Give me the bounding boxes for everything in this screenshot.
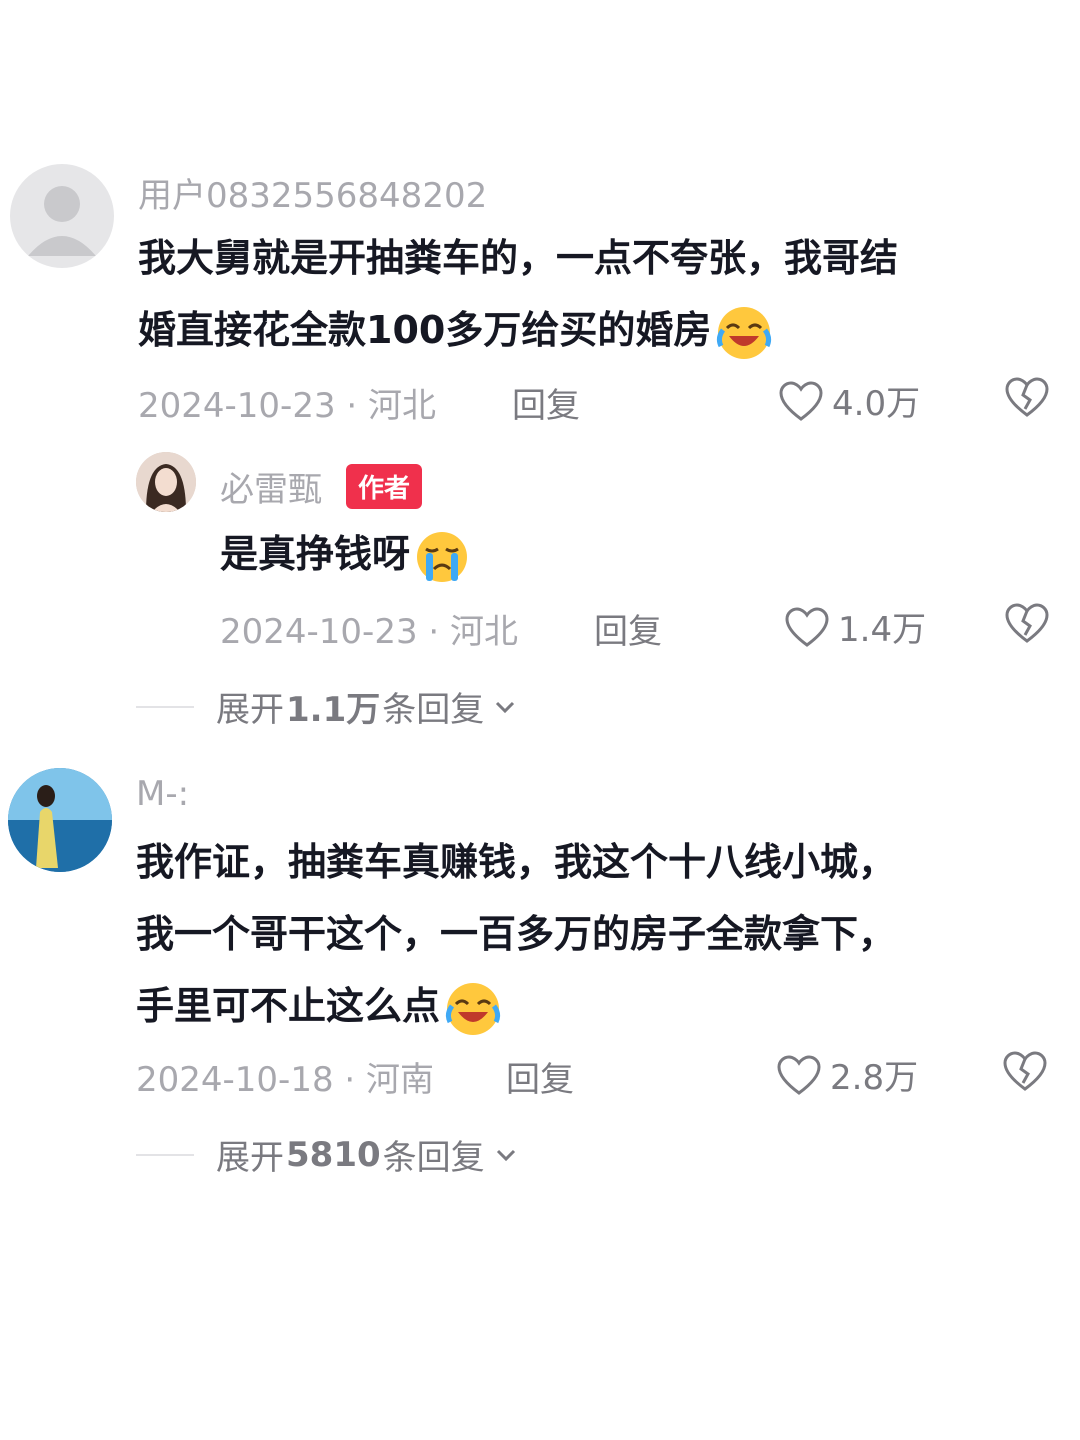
chevron-down-icon [496,701,515,713]
comment-username[interactable]: 用户0832556848202 [138,168,487,217]
avatar-default[interactable] [10,164,114,268]
dislike-button[interactable] [1004,376,1050,422]
comment-text-segment: 婚直接花全款100多万给买的婚房 [138,308,712,352]
expand-replies-button[interactable]: 展开 1.1万 条回复 [136,682,520,731]
laughing-crying-emoji-icon [717,306,772,359]
laughing-crying-emoji-icon [445,982,501,1035]
crying-emoji-icon [417,531,468,582]
comment-text-segment: 手里可不止这么点 [136,984,441,1028]
author-badge: 作者 [346,464,423,509]
comment-username[interactable]: M-: [136,774,189,814]
like-count: 4.0万 [832,384,921,424]
avatar-author[interactable] [136,452,196,512]
expand-suffix: 条回复 [382,690,485,730]
reply-button[interactable]: 回复 [506,1052,574,1101]
expand-count: 5810 [286,1134,381,1175]
expand-replies-button[interactable]: 展开 5810 条回复 [136,1130,521,1179]
user-avatar-image [8,768,112,872]
heart-icon [785,606,829,647]
reply-text-segment: 是真挣钱呀 [220,532,411,576]
divider [136,705,194,708]
like-count: 1.4万 [838,610,927,650]
comment-text: 我作证，抽粪车真赚钱，我这个十八线小城， 我一个哥干这个，一百多万的房子全款拿下… [136,826,896,1042]
avatar-user[interactable] [8,768,112,872]
like-button[interactable]: 2.8万 [776,1050,918,1099]
broken-heart-icon [1005,377,1049,417]
reply-text: 是真挣钱呀 [220,518,470,590]
divider [136,1153,194,1156]
expand-suffix: 条回复 [382,1138,485,1178]
reply-button[interactable]: 回复 [512,378,580,427]
dislike-button[interactable] [1004,602,1050,648]
author-avatar-image [136,452,196,512]
heart-icon [779,380,823,421]
reply-username[interactable]: 必雷甄 [220,462,322,511]
comment-date-location: 2024-10-18 · 河南 [136,1060,435,1100]
dislike-button[interactable] [1002,1050,1048,1096]
broken-heart-icon [1003,1051,1047,1091]
broken-heart-icon [1005,603,1049,643]
comment-text-line: 我大舅就是开抽粪车的，一点不夸张，我哥结 [138,236,899,280]
default-user-icon [28,186,96,256]
like-button[interactable]: 1.4万 [784,602,926,651]
expand-prefix: 展开 [216,1138,284,1178]
reply-date-location: 2024-10-23 · 河北 [220,612,519,652]
comment-text-line: 婚直接花全款100多万给买的婚房 [138,294,898,366]
reply-text-line: 是真挣钱呀 [220,518,470,590]
comment-text-line: 我一个哥干这个，一百多万的房子全款拿下， [136,912,897,956]
heart-icon [777,1054,821,1095]
comment-text-line: 手里可不止这么点 [136,970,896,1042]
comment-text: 我大舅就是开抽粪车的，一点不夸张，我哥结 婚直接花全款100多万给买的婚房 [138,222,898,366]
like-count: 2.8万 [830,1058,919,1098]
comment-date-location: 2024-10-23 · 河北 [138,386,437,426]
comment-text-line: 我作证，抽粪车真赚钱，我这个十八线小城， [136,840,897,884]
chevron-down-icon [496,1149,515,1161]
expand-prefix: 展开 [216,690,284,730]
expand-count: 1.1万 [286,690,381,730]
reply-button[interactable]: 回复 [594,604,662,653]
like-button[interactable]: 4.0万 [778,376,920,425]
